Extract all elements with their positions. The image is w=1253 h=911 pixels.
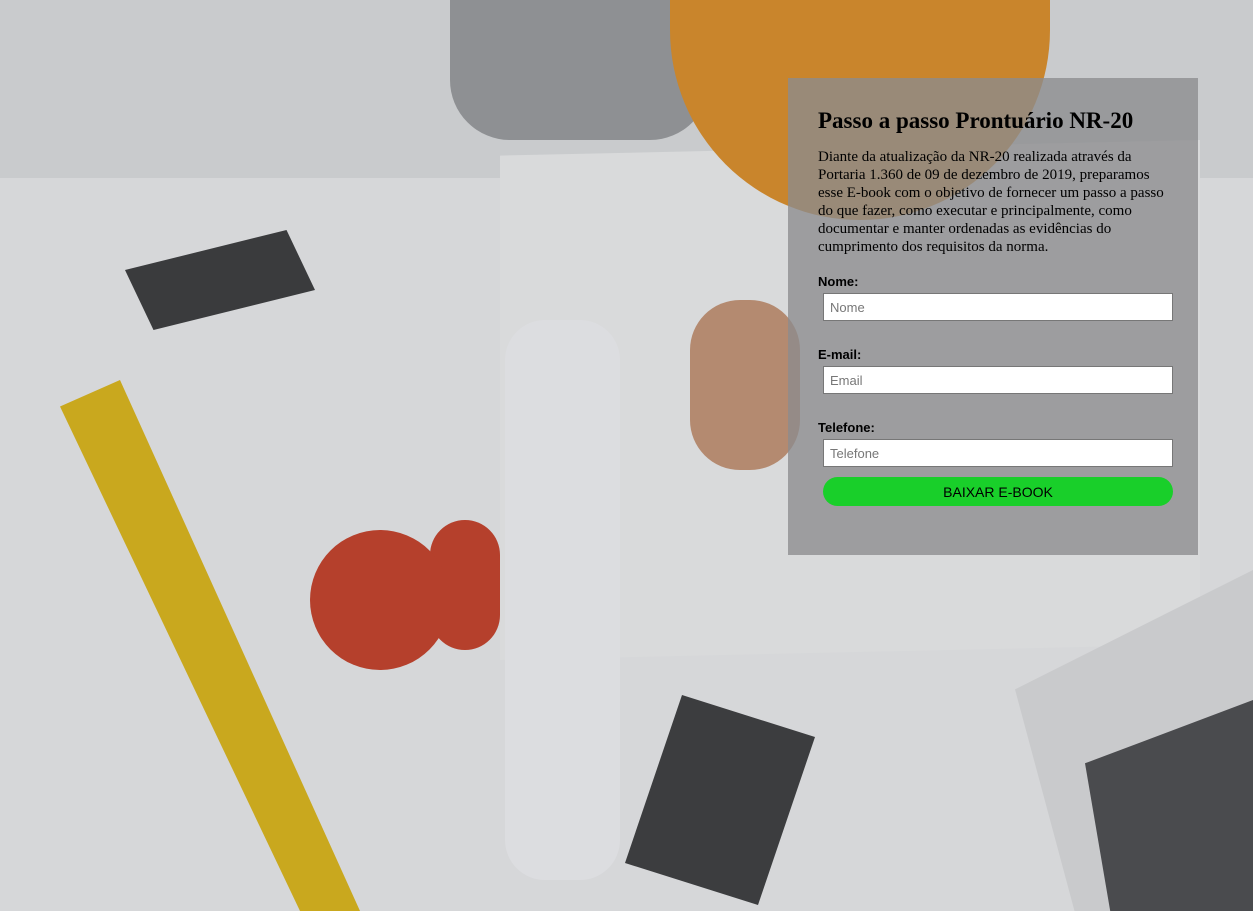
form-title: Passo a passo Prontuário NR-20 [818, 108, 1134, 133]
paper-roll [505, 320, 620, 880]
download-ebook-button[interactable]: BAIXAR E-BOOK [823, 477, 1173, 506]
form-description: Diante da atualização da NR-20 realizada… [818, 149, 1164, 255]
phone-input[interactable] [823, 439, 1173, 467]
email-label: E-mail: [818, 347, 862, 362]
name-label: Nome: [818, 274, 859, 289]
email-input[interactable] [823, 366, 1173, 394]
worker-arm [690, 300, 800, 470]
phone-label: Telefone: [818, 420, 875, 435]
name-input[interactable] [823, 293, 1173, 321]
ebook-form-panel: Passo a passo Prontuário NR-20 Diante da… [788, 78, 1198, 555]
ear-protector [310, 530, 450, 670]
